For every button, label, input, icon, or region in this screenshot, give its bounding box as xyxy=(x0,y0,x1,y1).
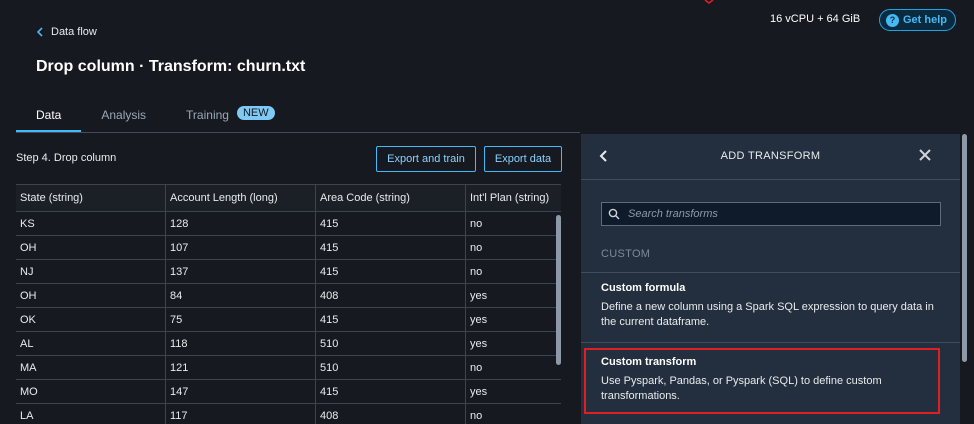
table-row: LA 117 408 no xyxy=(16,404,561,424)
table-cell: yes xyxy=(470,313,488,326)
table-cell: 408 xyxy=(316,284,466,307)
question-circle-icon: ? xyxy=(886,13,899,27)
search-icon xyxy=(608,208,620,220)
table-cell: 408 xyxy=(316,404,466,424)
table-cell: yes xyxy=(470,337,488,350)
table-cell: no xyxy=(470,409,483,422)
back-label[interactable]: Data flow xyxy=(51,26,97,38)
tab-training[interactable]: Training NEW xyxy=(166,98,295,132)
table-row: OH 84 408 yes xyxy=(16,284,561,308)
tabs-divider xyxy=(16,132,580,133)
panel-scrollbar[interactable] xyxy=(960,134,974,424)
table-cell: 137 xyxy=(166,260,316,283)
section-label-custom: CUSTOM xyxy=(601,248,651,260)
export-and-train-button[interactable]: Export and train xyxy=(376,146,476,172)
table-cell: 510 xyxy=(316,356,466,379)
tab-analysis-label: Analysis xyxy=(101,108,147,122)
close-icon[interactable] xyxy=(917,147,933,163)
table-cell: 75 xyxy=(166,308,316,331)
divider xyxy=(581,342,960,343)
table-row: NJ 137 415 no xyxy=(16,260,561,284)
table-cell: KS xyxy=(16,212,166,235)
option-title: Custom formula xyxy=(601,282,686,294)
table-cell: 147 xyxy=(166,380,316,403)
table-cell: yes xyxy=(470,385,488,398)
get-help-button[interactable]: ? Get help xyxy=(879,9,957,31)
table-cell: 415 xyxy=(316,236,466,259)
table-cell: 510 xyxy=(316,332,466,355)
table-row: KS 128 415 no xyxy=(16,212,561,236)
scrollbar-thumb[interactable] xyxy=(962,134,967,362)
table-row: MA 121 510 no xyxy=(16,356,561,380)
table-cell: 118 xyxy=(166,332,316,355)
highlight-box xyxy=(584,348,940,414)
table-cell: AL xyxy=(16,332,166,355)
table-row: OH 107 415 no xyxy=(16,236,561,260)
step-title: Step 4. Drop column xyxy=(16,152,117,164)
option-description: Define a new column using a Spark SQL ex… xyxy=(601,301,934,328)
search-transforms-field[interactable] xyxy=(601,202,941,226)
data-table: State (string) Account Length (long) Are… xyxy=(16,184,561,424)
table-cell: OH xyxy=(16,284,166,307)
add-transform-panel: ADD TRANSFORM CUSTOM Custom formula Defi… xyxy=(581,134,960,424)
table-cell: 117 xyxy=(166,404,316,424)
table-cell: 415 xyxy=(316,212,466,235)
chevron-left-icon xyxy=(36,27,43,37)
table-cell: 107 xyxy=(166,236,316,259)
tab-data[interactable]: Data xyxy=(16,98,82,132)
table-cell: LA xyxy=(16,404,166,424)
column-header[interactable]: Area Code (string) xyxy=(316,185,466,211)
table-cell: 415 xyxy=(316,308,466,331)
table-cell: OH xyxy=(16,236,166,259)
table-cell: no xyxy=(470,361,483,374)
table-cell: 121 xyxy=(166,356,316,379)
table-cell: 415 xyxy=(316,260,466,283)
search-transforms-input[interactable] xyxy=(628,208,928,220)
table-cell: yes xyxy=(470,289,488,302)
table-cell: no xyxy=(470,265,483,278)
tab-data-label: Data xyxy=(36,108,62,122)
tab-analysis[interactable]: Analysis xyxy=(81,98,166,132)
tab-training-label: Training xyxy=(186,108,229,122)
top-bar: Data flow Drop column · Transform: churn… xyxy=(0,0,974,134)
column-header[interactable]: State (string) xyxy=(16,185,166,211)
table-row: AL 118 510 yes xyxy=(16,332,561,356)
resource-indicator: 16 vCPU + 64 GiB xyxy=(770,13,861,25)
divider xyxy=(581,272,960,273)
page-title: Drop column · Transform: churn.txt xyxy=(36,58,306,75)
panel-title: ADD TRANSFORM xyxy=(720,150,821,162)
data-view: Step 4. Drop column Export and train Exp… xyxy=(0,134,580,424)
table-cell: 128 xyxy=(166,212,316,235)
table-cell: MA xyxy=(16,356,166,379)
table-row: MO 147 415 yes xyxy=(16,380,561,404)
get-help-label: Get help xyxy=(903,14,948,26)
new-badge: NEW xyxy=(236,106,275,120)
panel-header: ADD TRANSFORM xyxy=(581,134,960,180)
column-header[interactable]: Account Length (long) xyxy=(166,185,316,211)
back-link[interactable]: Data flow xyxy=(36,26,97,38)
table-header-row: State (string) Account Length (long) Are… xyxy=(16,184,561,212)
table-cell: no xyxy=(470,241,483,254)
table-cell: 415 xyxy=(316,380,466,403)
export-data-button[interactable]: Export data xyxy=(484,146,562,172)
table-cell: OK xyxy=(16,308,166,331)
column-header[interactable]: Int'l Plan (string) xyxy=(466,185,561,211)
table-cell: no xyxy=(470,217,483,230)
table-cell: MO xyxy=(16,380,166,403)
table-row: OK 75 415 yes xyxy=(16,308,561,332)
table-cell: NJ xyxy=(16,260,166,283)
table-cell: 84 xyxy=(166,284,316,307)
table-scrollbar[interactable] xyxy=(556,215,561,365)
tab-bar: Data Analysis Training NEW xyxy=(16,98,295,132)
red-annotation-mark xyxy=(704,0,714,4)
transform-option-custom-formula[interactable]: Custom formula Define a new column using… xyxy=(581,282,960,330)
